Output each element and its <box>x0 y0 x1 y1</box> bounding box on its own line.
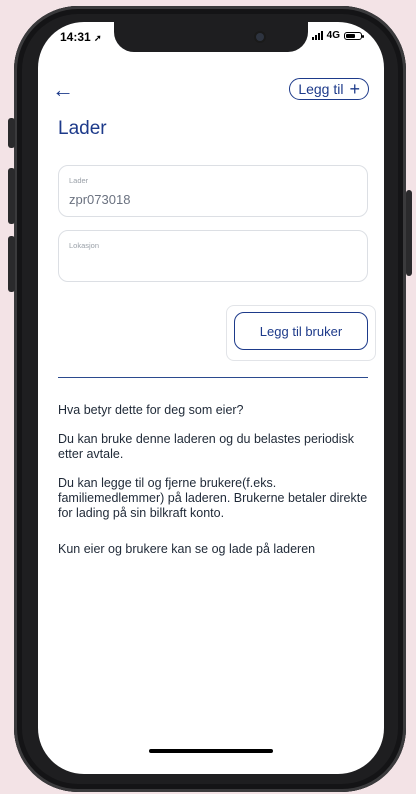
signal-icon <box>311 31 323 40</box>
silent-switch <box>8 118 15 148</box>
home-indicator[interactable] <box>149 749 273 753</box>
plus-icon: + <box>349 79 360 99</box>
page-title: Lader <box>58 118 107 139</box>
back-button[interactable]: ← <box>52 77 74 102</box>
charger-field-value: zpr073018 <box>69 192 131 207</box>
charger-field-label: Lader <box>69 176 89 185</box>
divider <box>58 377 368 378</box>
location-field[interactable]: Lokasjon <box>58 230 368 282</box>
status-time: 14:31 ➚ <box>60 30 102 44</box>
info-question: Hva betyr dette for deg som eier? <box>58 403 244 417</box>
notch <box>114 22 308 52</box>
location-arrow-icon: ➚ <box>94 33 102 43</box>
volume-up-button <box>8 168 15 224</box>
camera-icon <box>256 33 264 41</box>
app-screen: 14:31 ➚ 4G ← Legg til + Lader Lader zpr0… <box>38 22 384 774</box>
power-button <box>406 190 412 276</box>
network-type: 4G <box>326 30 340 41</box>
add-user-button-label: Legg til bruker <box>259 323 343 339</box>
volume-down-button <box>8 236 15 292</box>
battery-icon <box>344 31 364 40</box>
status-time-text: 14:31 <box>60 30 91 44</box>
info-paragraph-2: Du kan legge til og fjerne brukere(f.eks… <box>58 476 368 520</box>
add-user-button[interactable]: Legg til bruker <box>234 312 368 350</box>
location-field-label: Lokasjon <box>69 241 100 250</box>
arrow-left-icon: ← <box>52 77 74 102</box>
add-button-label: Legg til <box>298 81 344 97</box>
charger-field[interactable]: Lader zpr073018 <box>58 165 368 217</box>
info-paragraph-3: Kun eier og brukere kan se og lade på la… <box>58 542 316 556</box>
status-indicators: 4G <box>311 30 364 41</box>
add-button[interactable]: Legg til + <box>289 78 369 100</box>
info-paragraph-1: Du kan bruke denne laderen og du belaste… <box>58 432 355 461</box>
